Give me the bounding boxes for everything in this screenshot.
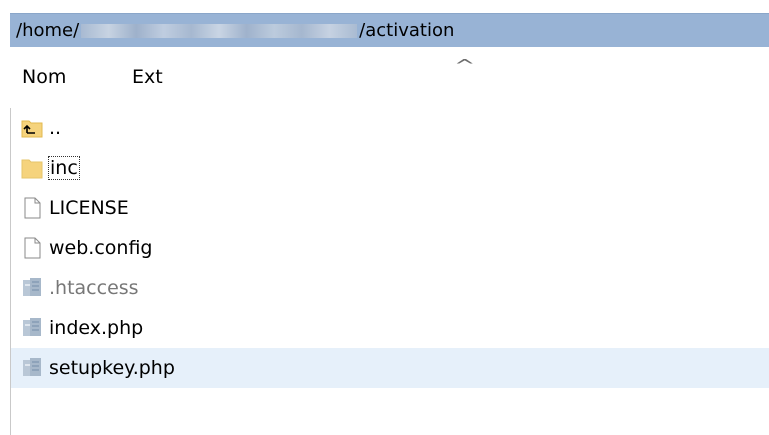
file-icon	[24, 197, 41, 219]
list-item-license[interactable]: LICENSE	[11, 188, 769, 228]
folder-icon	[21, 159, 43, 179]
list-item-index-php[interactable]: index.php	[11, 308, 769, 348]
file-browser-panel: /home/ /activation Nom Ext ^ .. inc LICE…	[0, 0, 769, 435]
path-prefix: /home/	[16, 20, 80, 41]
file-label: index.php	[49, 317, 144, 339]
file-label: web.config	[49, 237, 153, 259]
script-file-icon	[23, 318, 41, 336]
path-suffix: /activation	[359, 20, 455, 41]
script-file-icon	[23, 358, 41, 376]
column-header-ext[interactable]: Ext	[132, 66, 163, 88]
file-list: .. inc LICENSE web.config .htaccess inde…	[10, 108, 769, 435]
script-file-icon	[23, 278, 41, 296]
sort-ascending-icon: ^	[453, 56, 476, 75]
list-item-htaccess[interactable]: .htaccess	[11, 268, 769, 308]
file-label: LICENSE	[49, 197, 129, 219]
file-label: ..	[49, 117, 62, 139]
file-icon	[24, 237, 41, 259]
path-bar[interactable]: /home/ /activation	[10, 13, 769, 47]
file-label: inc	[48, 156, 80, 180]
list-item-web-config[interactable]: web.config	[11, 228, 769, 268]
column-headers: Nom Ext ^	[10, 56, 769, 108]
path-redacted-segment	[81, 23, 358, 38]
list-item-folder-inc[interactable]: inc	[11, 148, 769, 188]
file-label: .htaccess	[49, 277, 139, 299]
column-header-name[interactable]: Nom	[22, 66, 66, 88]
file-label: setupkey.php	[49, 357, 175, 379]
parent-folder-icon	[21, 120, 43, 138]
list-item-parent[interactable]: ..	[11, 108, 769, 148]
list-item-setupkey-php[interactable]: setupkey.php	[11, 348, 769, 388]
